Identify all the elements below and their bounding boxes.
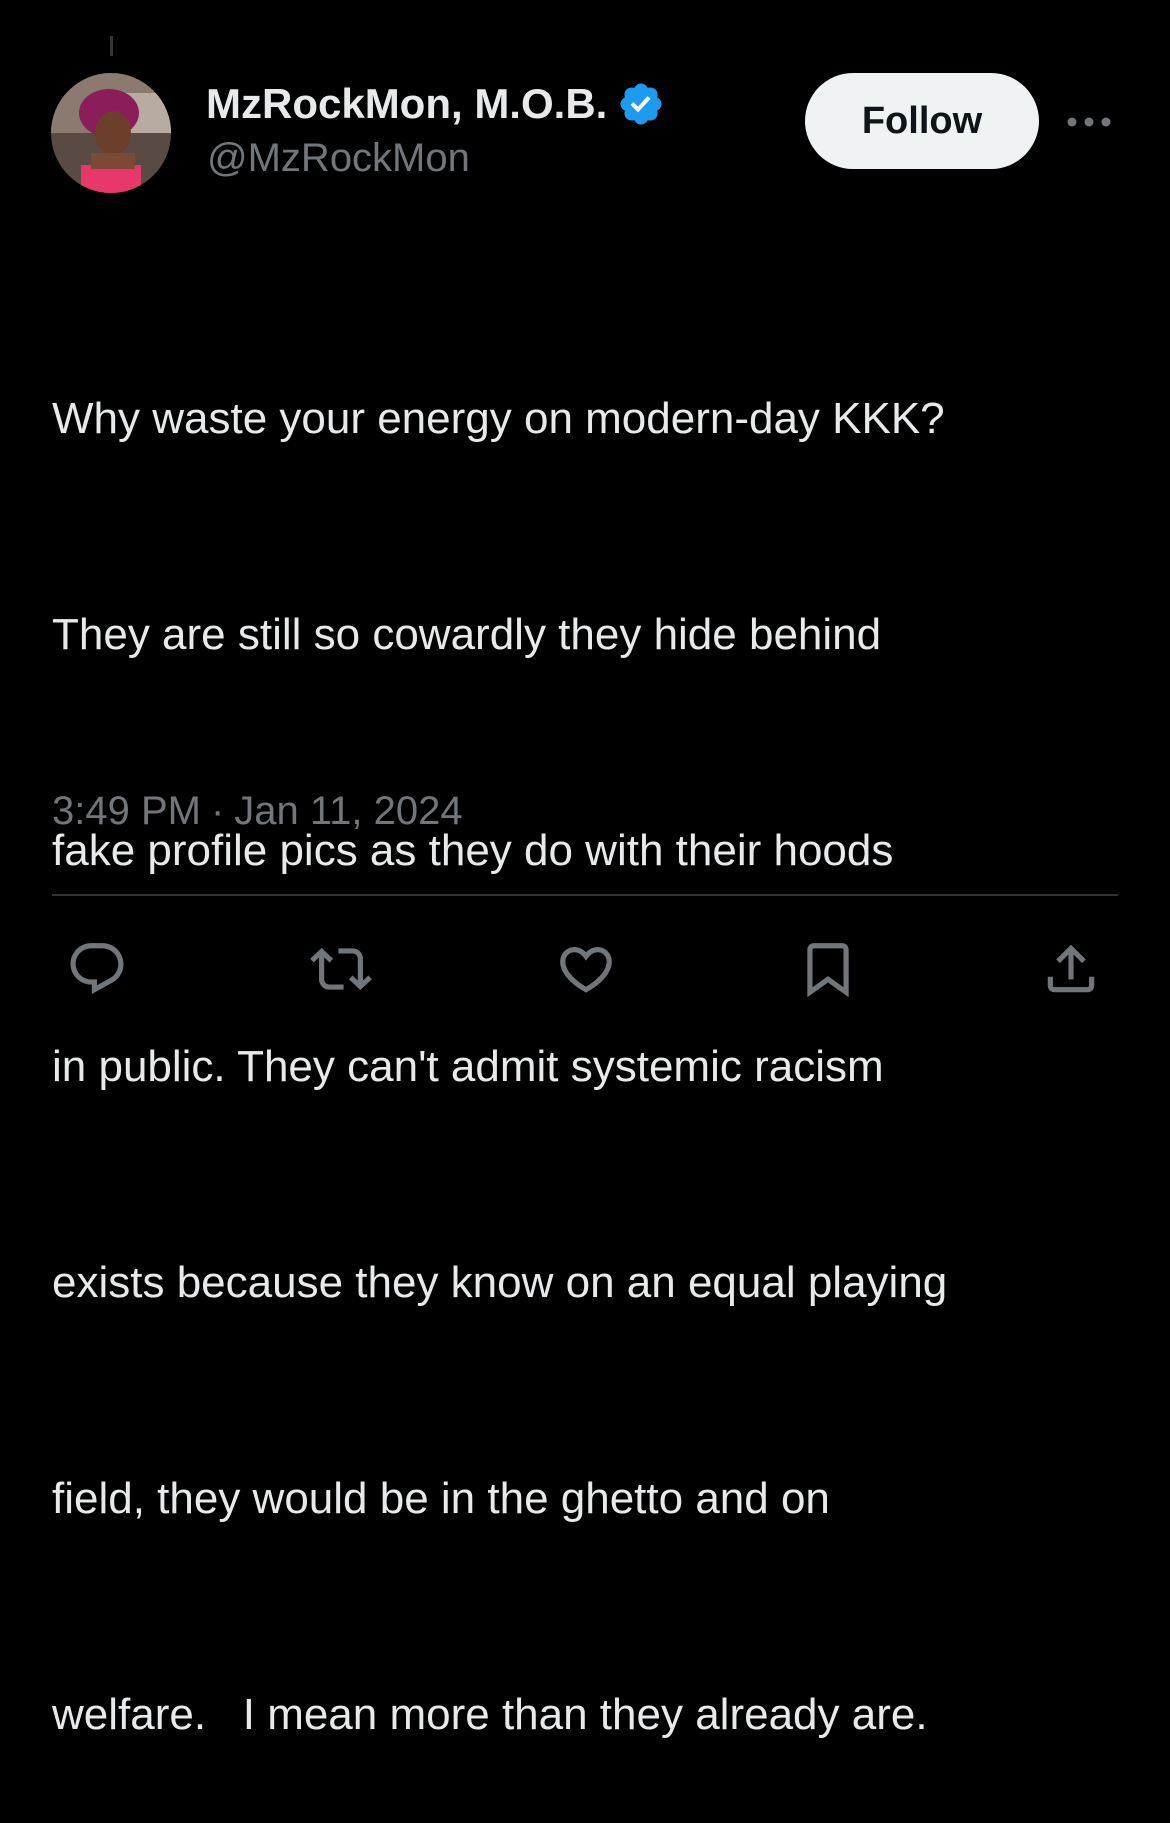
bookmark-icon[interactable] — [797, 938, 859, 1000]
author-name-row[interactable]: MzRockMon, M.O.B. — [206, 76, 665, 132]
share-icon[interactable] — [1040, 938, 1102, 1000]
thread-line — [110, 36, 113, 56]
author-handle[interactable]: @MzRockMon — [207, 136, 470, 181]
more-options-icon[interactable] — [1062, 104, 1116, 140]
tweet-text-line: exists because they know on an equal pla… — [52, 1258, 948, 1307]
repost-icon[interactable] — [310, 938, 372, 1000]
reply-icon[interactable] — [66, 938, 128, 1000]
like-icon[interactable] — [555, 938, 617, 1000]
tweet-text-line: field, they would be in the ghetto and o… — [52, 1474, 830, 1523]
verified-badge-icon — [620, 83, 662, 125]
divider — [52, 894, 1118, 896]
tweet-text-line: They are still so cowardly they hide beh… — [52, 610, 882, 659]
avatar-photo-icon — [51, 73, 171, 193]
tweet-time[interactable]: 3:49 PM — [52, 789, 201, 834]
avatar[interactable] — [51, 73, 171, 193]
tweet-text: Why waste your energy on modern-day KKK?… — [52, 239, 1142, 1823]
follow-button[interactable]: Follow — [805, 73, 1039, 169]
display-name[interactable]: MzRockMon, M.O.B. — [206, 80, 607, 128]
tweet-date[interactable]: Jan 11, 2024 — [234, 789, 462, 834]
timestamp-separator: · — [210, 789, 225, 833]
tweet-text-line: welfare. I mean more than they already a… — [52, 1690, 928, 1739]
tweet-text-line: Why waste your energy on modern-day KKK? — [52, 394, 945, 443]
tweet-timestamp[interactable]: 3:49 PM · Jan 11, 2024 — [52, 789, 463, 834]
